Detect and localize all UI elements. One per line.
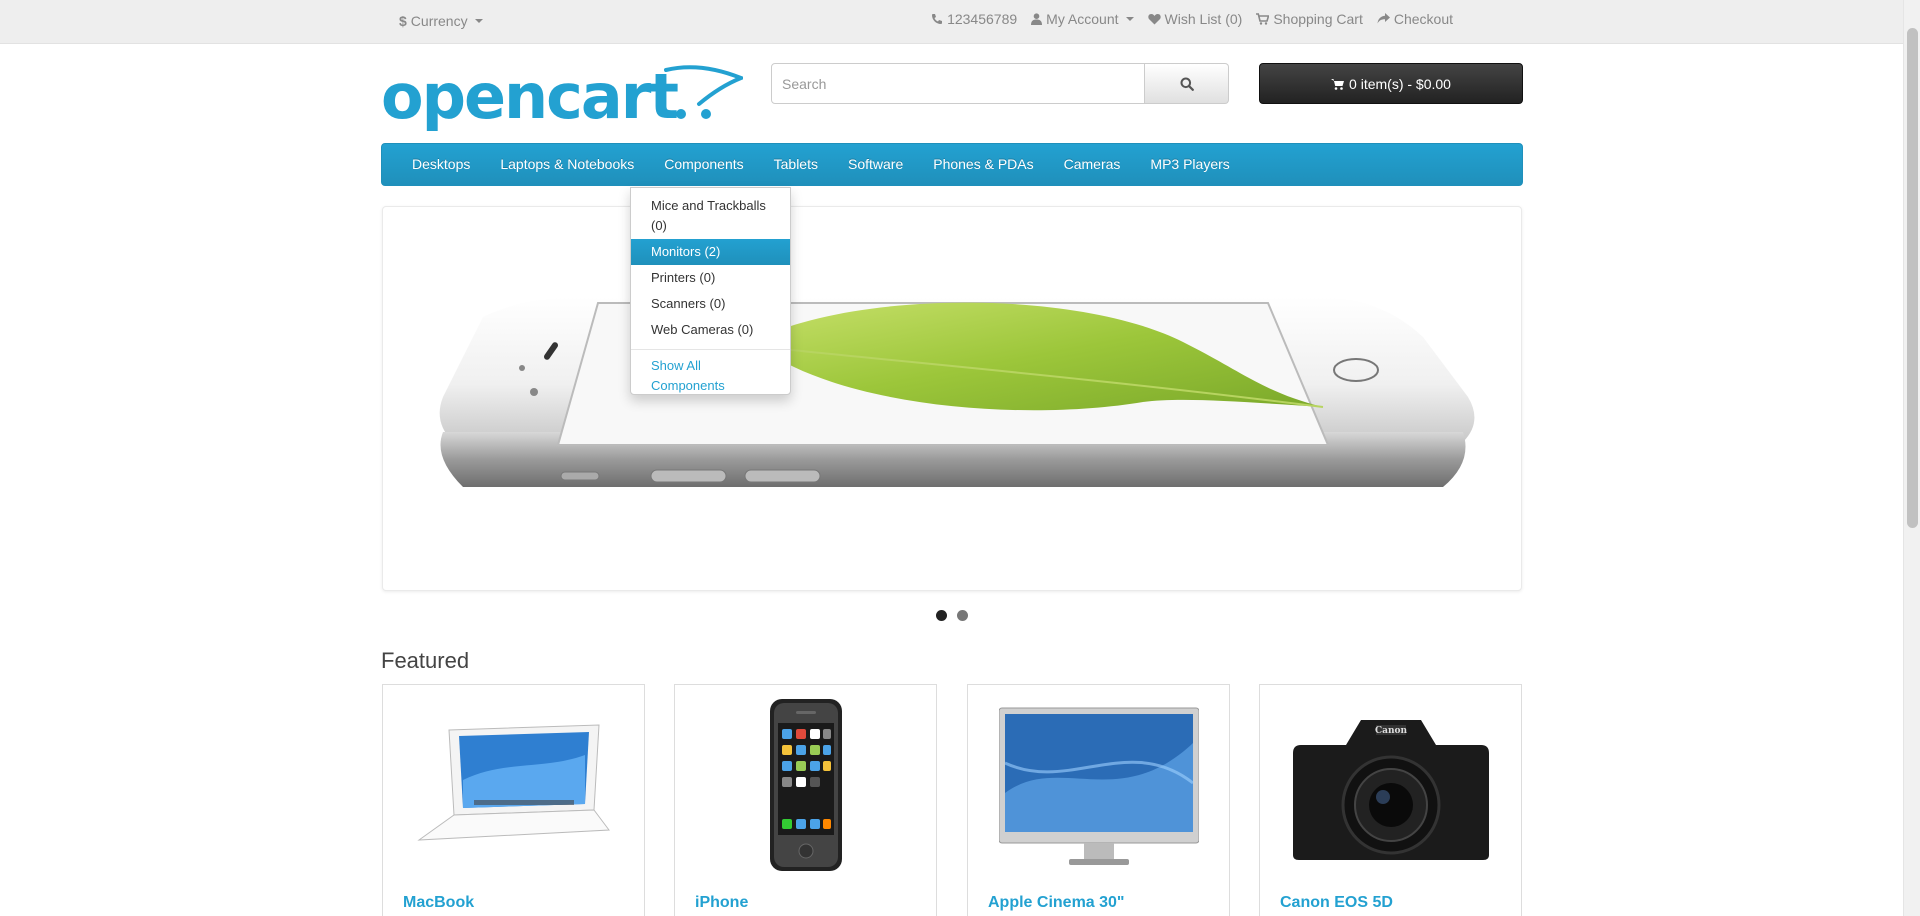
product-name-apple-cinema[interactable]: Apple Cinema 30" xyxy=(988,894,1125,912)
currency-symbol: $ xyxy=(399,13,407,29)
slideshow-pager xyxy=(936,610,968,621)
product-card-iphone: iPhone xyxy=(674,684,937,916)
phone-link[interactable]: 123456789 xyxy=(931,11,1017,27)
main-menu: Desktops Laptops & Notebooks Components … xyxy=(381,143,1523,186)
product-name-iphone[interactable]: iPhone xyxy=(695,894,748,912)
search-icon xyxy=(1180,77,1194,91)
cart-total: 0 item(s) - $0.00 xyxy=(1349,75,1451,92)
checkout-link[interactable]: Checkout xyxy=(1377,11,1453,27)
product-card-apple-cinema: Apple Cinema 30" xyxy=(967,684,1230,916)
top-links: 123456789 My Account Wish List (0) Shopp… xyxy=(931,11,1453,27)
my-account-label: My Account xyxy=(1046,11,1119,27)
shopping-cart-icon xyxy=(1331,78,1345,90)
product-name-canon-eos[interactable]: Canon EOS 5D xyxy=(1280,894,1393,912)
product-image-canon-eos[interactable]: Canon xyxy=(1260,685,1521,885)
menu-item-components[interactable]: Components xyxy=(649,143,758,186)
product-image-apple-cinema[interactable] xyxy=(968,685,1229,885)
opencart-logo[interactable]: opencart xyxy=(381,60,747,138)
slide-dot-1[interactable] xyxy=(936,610,947,621)
slideshow-banner[interactable] xyxy=(382,206,1522,591)
camera-image: Canon xyxy=(1292,720,1489,860)
iphone-banner-image xyxy=(439,297,1475,487)
product-image-macbook[interactable] xyxy=(383,685,644,885)
caret-down-icon xyxy=(474,19,483,23)
scrollbar-thumb[interactable] xyxy=(1907,28,1918,528)
cart-button[interactable]: 0 item(s) - $0.00 xyxy=(1259,63,1523,104)
search-input[interactable] xyxy=(771,63,1145,104)
menu-item-software[interactable]: Software xyxy=(833,143,918,186)
checkout-label: Checkout xyxy=(1393,11,1453,27)
laptop-image xyxy=(416,724,610,841)
menu-item-tablets[interactable]: Tablets xyxy=(759,143,833,186)
dropdown-item-printers[interactable]: Printers (0) xyxy=(631,265,790,291)
menu-item-cameras[interactable]: Cameras xyxy=(1049,143,1136,186)
dropdown-divider xyxy=(631,349,790,350)
caret-down-icon xyxy=(1125,17,1134,21)
dropdown-item-monitors[interactable]: Monitors (2) xyxy=(631,239,790,265)
product-name-macbook[interactable]: MacBook xyxy=(403,894,474,912)
show-all-components-link[interactable]: Show All Components xyxy=(631,356,741,396)
menu-item-laptops-notebooks[interactable]: Laptops & Notebooks xyxy=(485,143,649,186)
menu-item-desktops[interactable]: Desktops xyxy=(397,143,485,186)
product-card-canon-eos: Canon Canon EOS 5D xyxy=(1259,684,1522,916)
wishlist-label: Wish List (0) xyxy=(1164,11,1243,27)
phone-icon xyxy=(932,14,943,24)
product-card-macbook: MacBook xyxy=(382,684,645,916)
product-image-iphone[interactable] xyxy=(675,685,936,885)
phone-number: 123456789 xyxy=(947,11,1018,27)
svg-text:Canon: Canon xyxy=(1374,726,1407,736)
shopping-cart-icon xyxy=(1256,13,1270,25)
page-scrollbar[interactable] xyxy=(1903,0,1920,916)
shopping-cart-label: Shopping Cart xyxy=(1273,11,1363,27)
monitor-image xyxy=(998,707,1199,865)
search-button[interactable] xyxy=(1145,63,1229,104)
menu-item-phones-pdas[interactable]: Phones & PDAs xyxy=(918,143,1048,186)
featured-heading: Featured xyxy=(381,648,470,673)
heart-icon xyxy=(1147,14,1161,25)
dropdown-item-mice-trackballs[interactable]: Mice and Trackballs (0) xyxy=(631,193,786,239)
wishlist-link[interactable]: Wish List (0) xyxy=(1147,11,1243,27)
iphone-image xyxy=(769,699,842,871)
dropdown-item-scanners[interactable]: Scanners (0) xyxy=(631,291,790,317)
components-dropdown: Mice and Trackballs (0) Monitors (2) Pri… xyxy=(630,187,791,395)
user-icon xyxy=(1031,13,1043,25)
search-group xyxy=(771,63,1229,104)
logo-text: opencart xyxy=(381,62,678,133)
shopping-cart-link[interactable]: Shopping Cart xyxy=(1256,11,1363,27)
dropdown-item-web-cameras[interactable]: Web Cameras (0) xyxy=(631,317,790,343)
share-icon xyxy=(1377,13,1390,24)
top-bar: $ Currency 123456789 My Account Wish Lis… xyxy=(0,0,1903,44)
currency-label: Currency xyxy=(410,13,468,29)
my-account-dropdown[interactable]: My Account xyxy=(1031,11,1134,27)
slide-dot-2[interactable] xyxy=(957,610,968,621)
menu-item-mp3-players[interactable]: MP3 Players xyxy=(1135,143,1244,186)
currency-dropdown[interactable]: $ Currency xyxy=(399,13,483,29)
